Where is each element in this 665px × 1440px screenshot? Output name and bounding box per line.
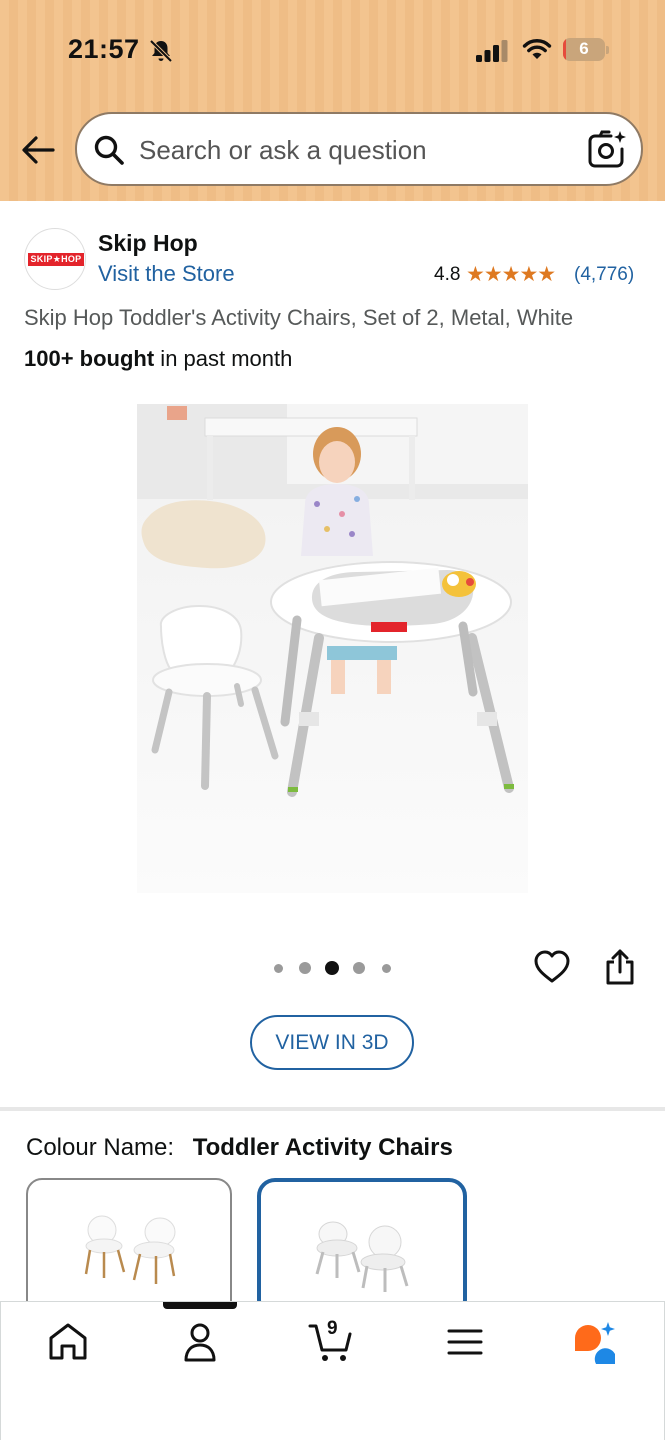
- rating-stars-icon[interactable]: ★★★★★: [466, 262, 556, 286]
- brand-logo-text: SKIP★HOP: [28, 253, 84, 266]
- bought-suffix: in past month: [154, 346, 293, 371]
- wifi-icon: [522, 39, 552, 59]
- signal-icon: [476, 40, 508, 62]
- wooden-leg-chairs-thumbnail: [84, 1215, 176, 1284]
- active-tab-indicator: [163, 1302, 237, 1309]
- metal-leg-chairs-thumbnail: [315, 1221, 409, 1292]
- product-title: Skip Hop Toddler's Activity Chairs, Set …: [24, 305, 574, 330]
- carousel-dot[interactable]: [353, 962, 365, 974]
- account-icon[interactable]: [178, 1320, 222, 1364]
- brand-logo[interactable]: SKIP★HOP: [24, 228, 86, 290]
- product-image[interactable]: [137, 404, 528, 893]
- rating-count-link[interactable]: (4,776): [574, 264, 634, 286]
- battery-nub: [606, 46, 609, 54]
- carousel-dot[interactable]: [381, 963, 391, 973]
- image-carousel-dots[interactable]: [270, 958, 400, 978]
- carousel-dot[interactable]: [273, 963, 283, 973]
- rating-value: 4.8: [434, 264, 461, 285]
- carousel-dot-active[interactable]: [325, 961, 339, 975]
- colour-name-row: Colour Name: Toddler Activity Chairs: [26, 1134, 453, 1162]
- bell-muted-icon: [149, 39, 173, 63]
- heart-icon[interactable]: [534, 950, 570, 984]
- cart-count-badge: 9: [327, 1318, 338, 1339]
- colour-name-value: Toddler Activity Chairs: [192, 1134, 453, 1161]
- brand-name: Skip Hop: [98, 230, 198, 256]
- view-in-3d-button[interactable]: VIEW IN 3D: [250, 1015, 414, 1070]
- search-bar[interactable]: [75, 112, 643, 186]
- rufus-assistant-icon[interactable]: [572, 1320, 616, 1364]
- home-icon[interactable]: [46, 1320, 90, 1364]
- search-input[interactable]: [139, 130, 569, 170]
- search-icon: [94, 135, 124, 165]
- colour-name-label: Colour Name:: [26, 1134, 175, 1161]
- visit-store-link[interactable]: Visit the Store: [98, 261, 235, 287]
- header: 21:57 6: [0, 0, 665, 201]
- battery-level-text: 6: [579, 39, 589, 58]
- bought-in-past-month: 100+ bought in past month: [24, 346, 292, 372]
- product-page: 21:57 6 Search or ask a question SKIP★HO…: [0, 0, 665, 1440]
- status-bar: 21:57 6: [0, 0, 665, 100]
- status-time: 21:57: [68, 34, 140, 64]
- bought-count: 100+ bought: [24, 346, 155, 371]
- variation-swatch-selected[interactable]: [257, 1178, 467, 1318]
- menu-icon[interactable]: [443, 1320, 487, 1364]
- back-arrow-icon[interactable]: [20, 134, 56, 166]
- share-icon[interactable]: [603, 948, 637, 986]
- camera-lens-icon[interactable]: [587, 130, 627, 168]
- carousel-dot[interactable]: [299, 962, 311, 974]
- battery-body: 6: [563, 38, 605, 61]
- variation-swatch[interactable]: [26, 1178, 232, 1318]
- section-divider: [0, 1107, 665, 1111]
- battery-indicator: 6: [563, 38, 609, 61]
